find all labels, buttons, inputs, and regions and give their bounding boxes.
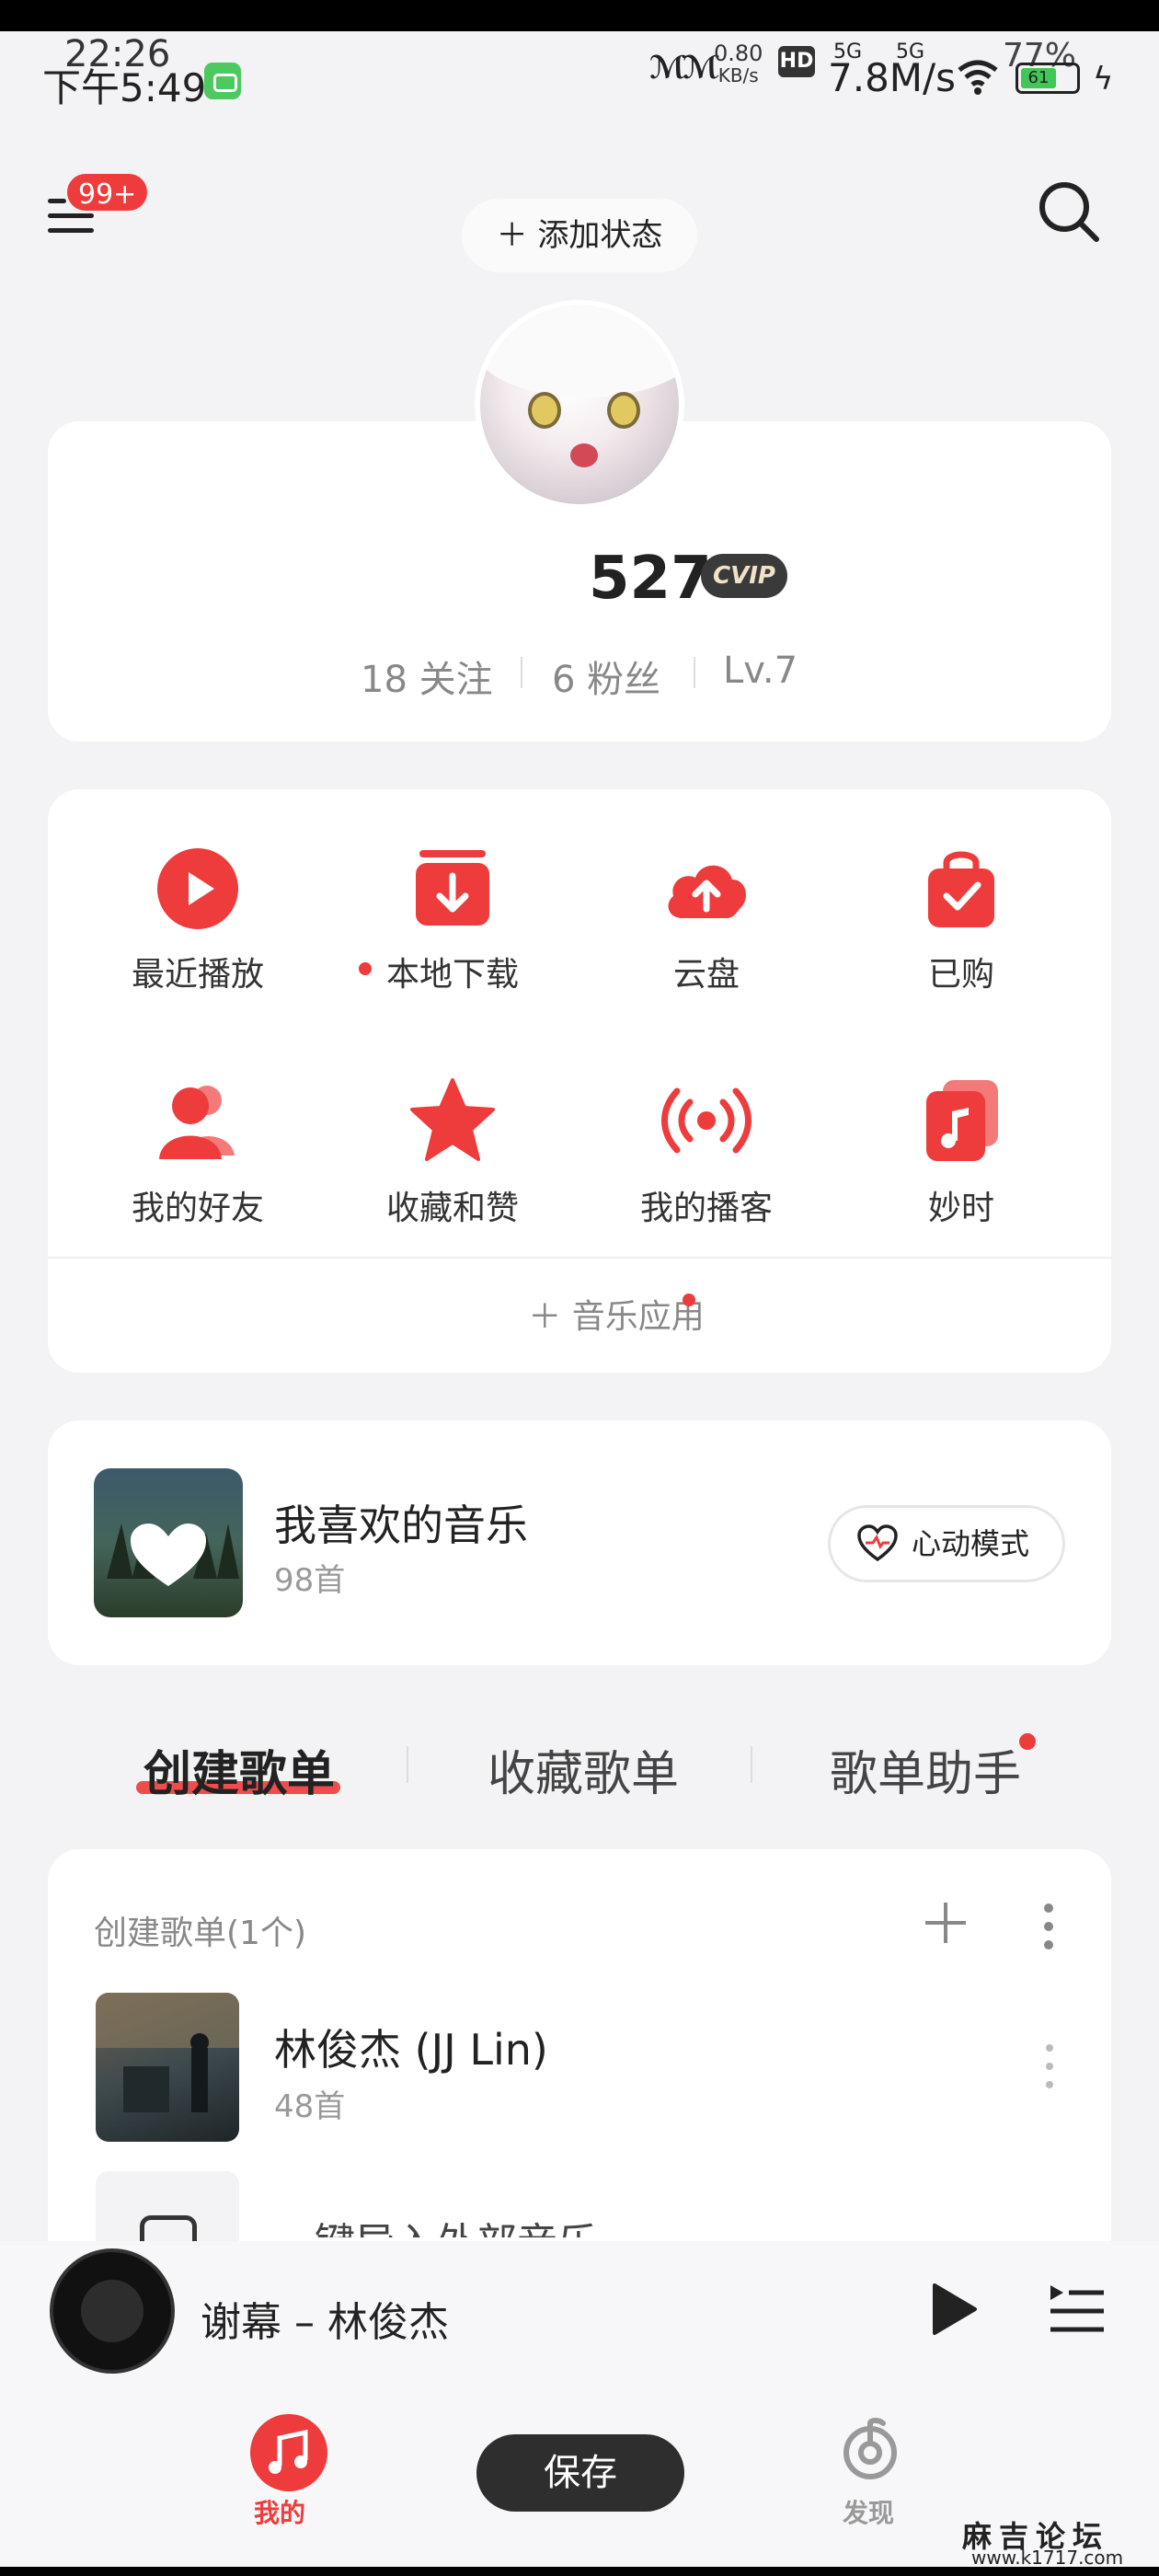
app-notification-icon [204,63,241,99]
broadcast-icon[interactable] [660,1075,752,1167]
stat-divider [521,657,522,688]
avatar[interactable] [475,300,684,510]
shortcut-friends-label[interactable]: 我的好友 [87,1181,308,1229]
shortcut-cloud-label[interactable]: 云盘 [596,948,817,995]
shortcut-favorites-label[interactable]: 收藏和赞 [342,1181,563,1229]
playlist-count: 48首 [274,2088,346,2125]
status-time: 下午5:49 [42,65,207,110]
play-icon[interactable] [929,2282,979,2337]
menu-line [48,228,94,233]
battery-level: 61 [1021,68,1056,88]
import-music-label[interactable]: 一键导入外部音乐 [274,2210,598,2237]
nav-discover-icon[interactable] [837,2416,903,2482]
music-apps-button[interactable]: ＋ 音乐应用 [478,1290,754,1338]
liked-music-count: 98首 [274,1562,346,1599]
friends-icon[interactable] [152,1075,244,1167]
add-playlist-icon[interactable] [920,1897,971,1949]
save-button[interactable]: 保存 [476,2434,684,2512]
download-box-icon[interactable] [407,843,499,935]
tab-collected-playlists[interactable]: 收藏歌单 [488,1735,679,1804]
nav-mine-icon[interactable] [250,2414,327,2491]
tab-divider [407,1746,408,1783]
playlist-queue-icon[interactable] [1049,2283,1106,2337]
playlist-more-icon[interactable] [1043,2039,1056,2094]
status-bar-top-strip [0,0,1159,31]
stat-divider [694,657,695,688]
shortcut-recent-label[interactable]: 最近播放 [87,948,308,995]
heart-mode-button[interactable]: 心动模式 [828,1505,1065,1582]
heart-mode-label: 心动模式 [912,1526,1030,1561]
new-dot [683,1294,695,1306]
star-icon[interactable] [407,1075,499,1167]
followers-count[interactable]: 6 粉丝 [552,650,660,703]
music-note-icon [269,2429,308,2474]
user-name[interactable]: 527 [589,545,712,613]
shortcut-purchased-label[interactable]: 已购 [851,948,1072,995]
nav-discover-label[interactable]: 发现 [843,2493,894,2530]
more-icon[interactable] [1039,1901,1058,1952]
shortcut-moments-label[interactable]: 妙时 [851,1181,1072,1229]
liked-music-title[interactable]: 我喜欢的音乐 [274,1492,528,1553]
menu-line [48,199,66,203]
shopping-bag-icon[interactable] [915,843,1007,935]
add-status-button[interactable]: ＋ 添加状态 [462,199,697,272]
tab-playlist-assistant[interactable]: 歌单助手 [830,1735,1021,1804]
music-note-card-icon[interactable] [915,1075,1007,1167]
hd-volte-icon: HD [778,46,815,77]
divider [48,1257,1111,1259]
network-type-icon: ℳℳ [649,50,720,86]
playlist-cover[interactable] [96,1993,239,2142]
playlist-title[interactable]: 林俊杰 (JJ Lin) [274,2017,548,2077]
liked-music-cover[interactable] [94,1468,243,1617]
nav-mine-label[interactable]: 我的 [254,2493,305,2530]
cloud-upload-icon[interactable] [660,843,752,935]
piano-scene-image [96,1993,239,2112]
menu-line [48,213,94,218]
shortcut-podcast-label[interactable]: 我的播客 [596,1181,817,1229]
now-playing-disc[interactable] [50,2248,175,2374]
wifi-icon [958,60,998,95]
shortcut-local-download-label[interactable]: 本地下载 [342,948,563,995]
tab-created-playlists[interactable]: 创建歌单 [143,1735,335,1804]
download-speed: 7.8M/s [828,55,957,100]
heart-icon [107,1523,239,1586]
vip-badge[interactable]: CVIP [701,554,787,598]
watermark-url: www.k1717.com [971,2547,1124,2569]
playlists-section-header: 创建歌单(1个) [94,1915,306,1952]
avatar-mouth [570,443,598,467]
new-dot [1019,1733,1036,1750]
following-count[interactable]: 18 关注 [361,650,493,703]
net-speed: 0.80 KB/s [714,40,763,86]
tab-divider [751,1746,752,1783]
avatar-hair [480,305,679,397]
heart-pulse-icon [857,1524,898,1562]
battery-icon: 61 [1016,63,1080,94]
avatar-eye [607,392,640,429]
play-circle-icon[interactable] [152,843,244,935]
charging-icon: ϟ [1093,61,1114,98]
notification-badge: 99+ [64,171,151,213]
now-playing-title[interactable]: 谢幕 – 林俊杰 [201,2289,449,2348]
user-level[interactable]: Lv.7 [723,650,798,692]
search-icon[interactable] [1034,177,1104,247]
avatar-eye [528,392,561,429]
bottom-strip [0,2567,1159,2576]
